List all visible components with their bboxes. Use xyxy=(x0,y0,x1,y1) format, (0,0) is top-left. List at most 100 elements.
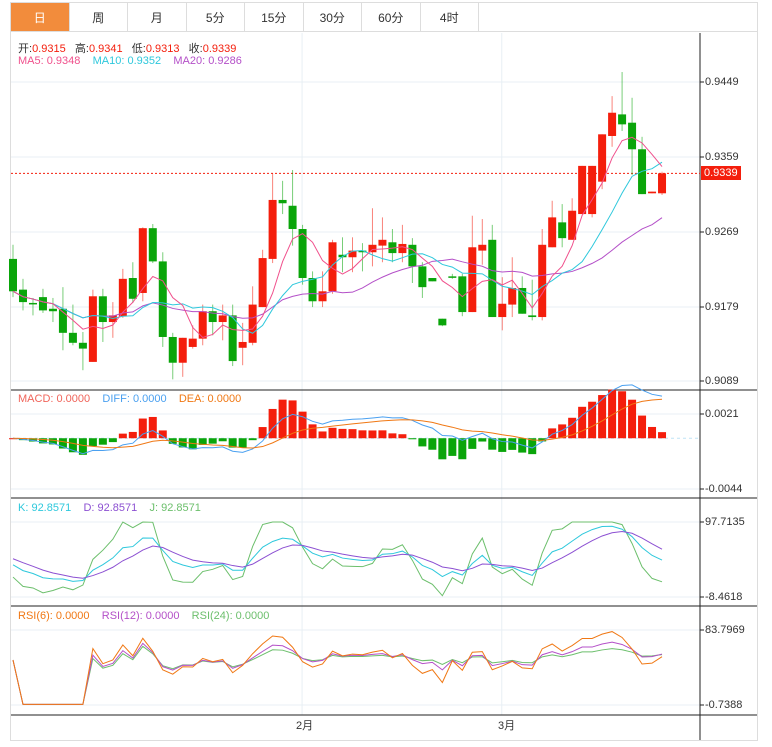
macd-bar xyxy=(108,438,117,443)
high-label: 高: xyxy=(74,43,89,55)
candle-up xyxy=(178,337,187,363)
kline-chart[interactable] xyxy=(0,0,772,747)
diff-value: DIFF: 0.0000 xyxy=(102,393,167,405)
candle-up xyxy=(538,244,547,318)
low-value: 0.9313 xyxy=(145,43,180,55)
j-value: J: 92.8571 xyxy=(149,502,201,514)
kdj-tick: -8.4618 xyxy=(705,591,743,603)
candle-up xyxy=(568,210,577,240)
macd-bar xyxy=(608,389,617,439)
candle-down xyxy=(628,122,637,150)
candle-down xyxy=(618,114,627,125)
candle-up xyxy=(248,304,257,343)
macd-bar xyxy=(368,430,377,439)
macd-bar xyxy=(308,424,317,439)
macd-tick: 0.0021 xyxy=(705,408,739,420)
candle-up xyxy=(598,134,607,182)
ma10-legend: MA10: 0.9352 xyxy=(92,55,162,67)
candle-down xyxy=(38,297,47,311)
candle-down xyxy=(228,315,237,362)
candle-up xyxy=(368,244,377,253)
candle-down xyxy=(98,296,107,323)
kdj-legend: K: 92.8571 D: 92.8571 J: 92.8571 xyxy=(18,502,201,514)
low-label: 低: xyxy=(131,43,146,55)
candle-down xyxy=(528,315,537,318)
candle-up xyxy=(548,217,557,248)
kdj-tick: 97.7135 xyxy=(705,516,745,528)
rsi6-value: RSI(6): 0.0000 xyxy=(18,610,90,622)
high-value: 0.9341 xyxy=(88,43,123,55)
current-price-tag: 0.9339 xyxy=(701,166,741,180)
rsi-legend: RSI(6): 0.0000 RSI(12): 0.0000 RSI(24): … xyxy=(18,610,269,622)
d-value: D: 92.8571 xyxy=(83,502,138,514)
macd-bar xyxy=(648,426,657,439)
candle-down xyxy=(418,266,427,288)
candle-up xyxy=(258,258,267,308)
macd-bar xyxy=(358,430,367,439)
rsi12-line xyxy=(12,641,663,705)
macd-bar xyxy=(448,438,457,456)
candle-down xyxy=(428,278,437,282)
candle-down xyxy=(9,258,17,292)
candle-up xyxy=(238,341,247,348)
candle-up xyxy=(398,243,407,254)
candle-down xyxy=(78,342,87,349)
macd-bar xyxy=(328,427,337,439)
macd-bar xyxy=(248,438,257,441)
rsi24-value: RSI(24): 0.0000 xyxy=(191,610,270,622)
candle-up xyxy=(378,239,387,246)
macd-bar xyxy=(378,430,387,439)
candle-down xyxy=(438,318,447,326)
ma-legend: MA5: 0.9348 MA10: 0.9352 MA20: 0.9286 xyxy=(18,55,242,67)
macd-bar xyxy=(658,432,667,439)
candle-down xyxy=(48,308,57,312)
candle-down xyxy=(448,276,457,278)
x-label-feb: 2月 xyxy=(296,720,314,732)
price-tick: 0.9179 xyxy=(705,301,739,313)
candle-down xyxy=(168,336,177,363)
macd-bar xyxy=(128,431,137,439)
open-label: 开: xyxy=(18,43,33,55)
macd-bar xyxy=(388,433,397,439)
k-line xyxy=(12,525,663,582)
macd-bar xyxy=(138,418,147,439)
d-line xyxy=(12,531,663,579)
candle-up xyxy=(188,338,197,347)
candle-up xyxy=(468,247,477,313)
candle-down xyxy=(308,278,317,302)
macd-legend: MACD: 0.0000 DIFF: 0.0000 DEA: 0.0000 xyxy=(18,393,241,405)
candle-up xyxy=(648,191,657,194)
candle-up xyxy=(658,173,667,194)
j-line xyxy=(12,521,663,597)
candle-up xyxy=(268,199,277,259)
macd-bar xyxy=(428,438,437,450)
macd-bar xyxy=(268,408,277,439)
candle-up xyxy=(118,278,127,317)
open-value: 0.9315 xyxy=(32,43,66,55)
macd-bar xyxy=(438,438,447,460)
k-value: K: 92.8571 xyxy=(18,502,72,514)
macd-tick: -0.0044 xyxy=(705,483,743,495)
macd-bar xyxy=(458,438,467,460)
macd-bar xyxy=(258,427,267,439)
price-tick: 0.9359 xyxy=(705,151,739,163)
ma10-line xyxy=(12,161,663,334)
macd-bar xyxy=(408,438,417,440)
candle-down xyxy=(288,205,297,230)
candle-up xyxy=(218,315,227,323)
rsi-tick: -0.7388 xyxy=(705,699,743,711)
rsi6-line xyxy=(12,631,663,705)
macd-bar xyxy=(638,415,647,439)
ma5-legend: MA5: 0.9348 xyxy=(18,55,81,67)
candle-up xyxy=(138,228,147,293)
dea-value: DEA: 0.0000 xyxy=(178,393,242,405)
macd-bar xyxy=(208,438,217,444)
candle-down xyxy=(278,199,287,204)
macd-value: MACD: 0.0000 xyxy=(18,393,91,405)
ohlc-legend: 开:0.9315 高:0.9341 低:0.9313 收:0.9339 xyxy=(18,40,236,56)
candle-down xyxy=(148,228,157,262)
macd-bar xyxy=(468,438,477,449)
macd-bar xyxy=(88,438,97,447)
macd-bar xyxy=(478,438,487,442)
macd-bar xyxy=(338,428,347,439)
